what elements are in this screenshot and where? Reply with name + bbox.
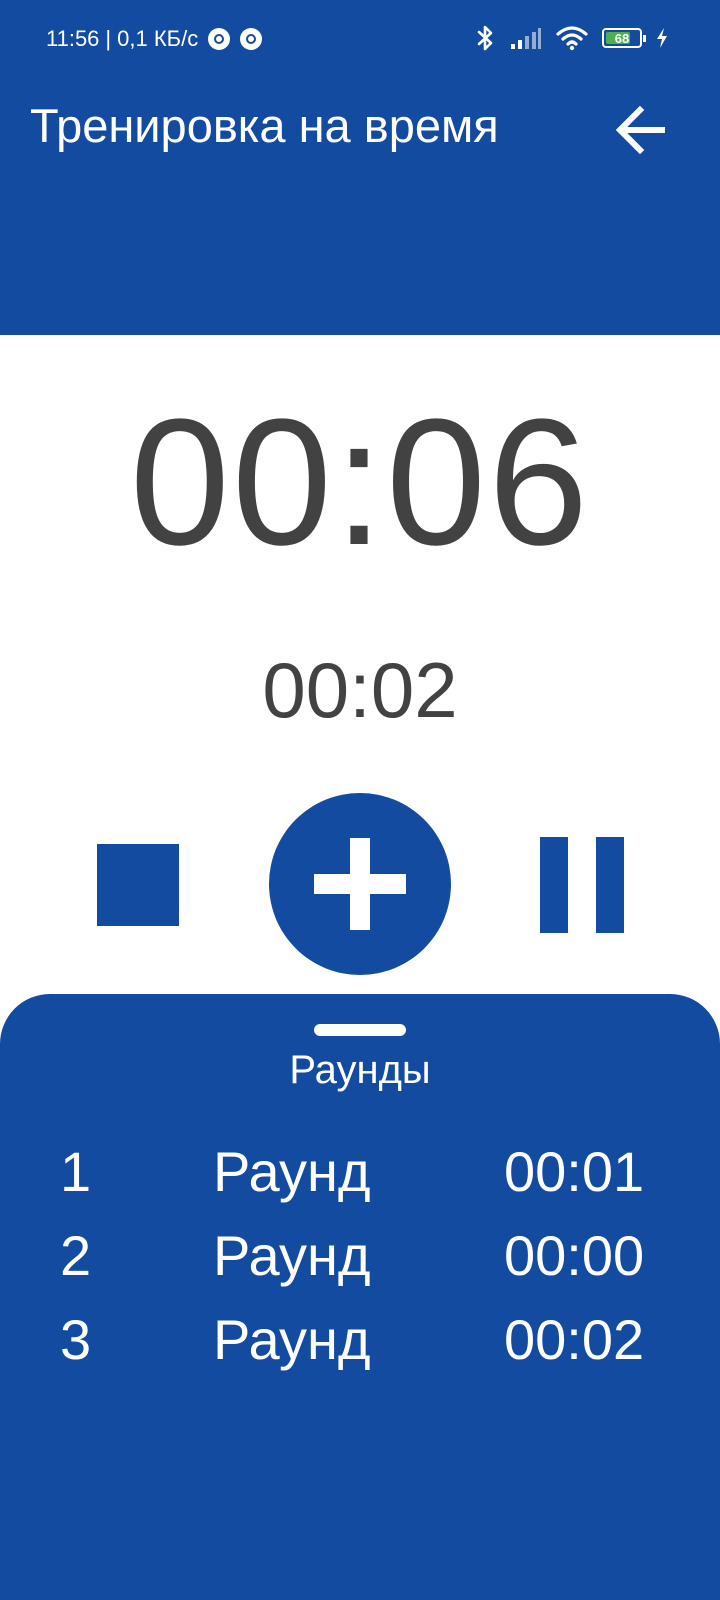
round-label: Раунд xyxy=(213,1140,371,1203)
arrow-left-icon xyxy=(615,105,665,155)
wifi-icon xyxy=(556,26,588,51)
round-number: 2 xyxy=(60,1224,92,1287)
battery-level: 68 xyxy=(614,30,630,46)
status-left: 11:56 | 0,1 КБ/с xyxy=(46,26,263,52)
plus-icon-vertical xyxy=(350,838,370,930)
sheet-drag-handle[interactable] xyxy=(314,1024,406,1036)
notification-icon xyxy=(208,28,231,50)
status-separator: | xyxy=(105,26,112,51)
status-bar: 11:56 | 0,1 КБ/с 68 xyxy=(0,0,720,80)
app-bar: 11:56 | 0,1 КБ/с 68 Тренировка на время xyxy=(0,0,720,335)
round-number: 3 xyxy=(60,1308,92,1371)
round-label: Раунд xyxy=(213,1308,371,1371)
list-item: 1 Раунд 00:01 xyxy=(0,1130,720,1214)
pause-icon-left-bar xyxy=(540,837,568,933)
notification-icon xyxy=(240,28,263,50)
network-speed: 0,1 КБ/с xyxy=(117,26,199,51)
lap-timer: 00:02 xyxy=(262,646,458,734)
round-number: 1 xyxy=(60,1140,92,1203)
list-item: 3 Раунд 00:02 xyxy=(0,1298,720,1382)
main-timer: 00:06 xyxy=(129,382,591,583)
pause-icon-right-bar xyxy=(596,837,624,933)
add-round-button[interactable] xyxy=(269,793,451,975)
status-time: 11:56 xyxy=(46,26,100,51)
rounds-list: 1 Раунд 00:01 2 Раунд 00:00 3 Раунд 00:0… xyxy=(0,1130,720,1382)
round-time: 00:00 xyxy=(504,1224,645,1287)
page-title: Тренировка на время xyxy=(30,99,499,152)
signal-icon xyxy=(511,28,541,49)
rounds-title: Раунды xyxy=(289,1048,431,1092)
back-button[interactable] xyxy=(612,100,672,160)
battery-icon: 68 xyxy=(602,28,646,48)
status-right: 68 xyxy=(476,22,668,54)
round-time: 00:01 xyxy=(504,1140,645,1203)
pause-button[interactable] xyxy=(540,837,624,933)
round-label: Раунд xyxy=(213,1224,371,1287)
stop-button[interactable] xyxy=(97,844,179,926)
bluetooth-icon xyxy=(477,25,493,51)
list-item: 2 Раунд 00:00 xyxy=(0,1214,720,1298)
charging-icon xyxy=(657,28,667,48)
round-time: 00:02 xyxy=(504,1308,645,1371)
